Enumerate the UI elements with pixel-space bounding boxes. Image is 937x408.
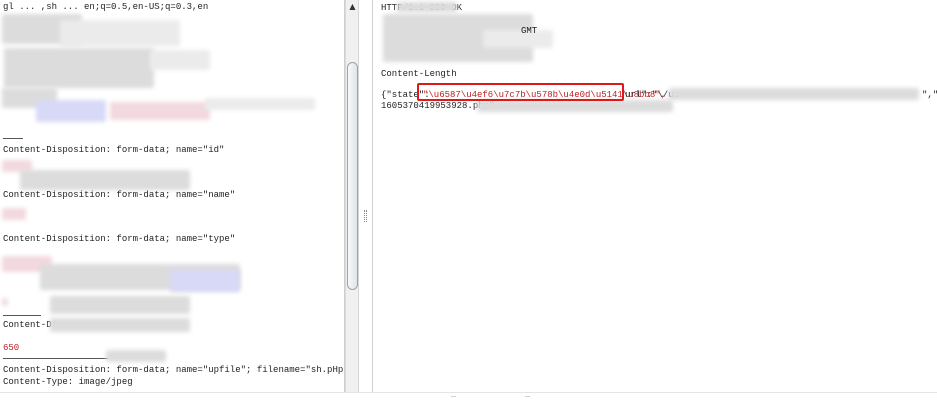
state-highlight-box — [417, 83, 624, 101]
redacted-block — [170, 270, 240, 292]
redacted-block — [106, 350, 166, 362]
scrollbar-thumb[interactable] — [347, 62, 358, 290]
boundary-rule — [3, 315, 41, 316]
request-scrollbar[interactable]: ▲ — [345, 0, 359, 392]
response-tail-key: ","ti — [922, 90, 937, 100]
corner-mark — [451, 396, 456, 401]
redacted-block — [205, 98, 315, 110]
request-header-line: gl ... ,sh ... en;q=0.5,en-US;q=0.3,en — [3, 2, 209, 12]
redacted-block — [2, 208, 26, 220]
upfile-part-header: Content-Disposition: form-data; name="up… — [3, 365, 345, 375]
redacted-block — [2, 298, 8, 306]
splitter-grip-icon[interactable] — [364, 210, 367, 222]
redacted-block — [150, 50, 210, 70]
redacted-block — [36, 100, 106, 122]
date-fragment: GMT — [521, 26, 538, 36]
corner-mark — [525, 396, 530, 401]
request-text-pane[interactable]: gl ... ,sh ... en;q=0.5,en-US;q=0.3,en C… — [0, 0, 345, 392]
form-part-header: Content-Disposition: form-data; name="id… — [3, 145, 225, 155]
pane-splitter[interactable] — [359, 0, 372, 392]
redacted-block — [60, 20, 180, 46]
size-value: 650 — [3, 343, 20, 353]
redacted-block — [477, 100, 673, 112]
boundary-rule — [3, 358, 108, 359]
response-text-pane[interactable]: HTTP/1.1 200 OK GMT Content-Length {"sta… — [372, 0, 937, 392]
redacted-block — [20, 170, 190, 190]
form-part-header: Content-Di — [3, 320, 58, 330]
content-type-line: Content-Type: image/jpeg — [3, 377, 133, 387]
redacted-block — [110, 102, 210, 120]
form-part-header: Content-Disposition: form-data; name="na… — [3, 190, 236, 200]
redacted-block — [669, 88, 919, 100]
form-part-header: Content-Disposition: form-data; name="ty… — [3, 234, 236, 244]
boundary-rule — [3, 138, 23, 139]
redacted-block — [4, 48, 154, 88]
content-length-line: Content-Length — [381, 69, 457, 79]
redacted-block — [50, 296, 190, 314]
bottom-strip — [0, 392, 937, 408]
redacted-block — [483, 30, 553, 48]
redacted-block — [397, 2, 457, 12]
redacted-block — [50, 318, 190, 332]
scroll-up-arrow-icon[interactable]: ▲ — [348, 2, 357, 11]
